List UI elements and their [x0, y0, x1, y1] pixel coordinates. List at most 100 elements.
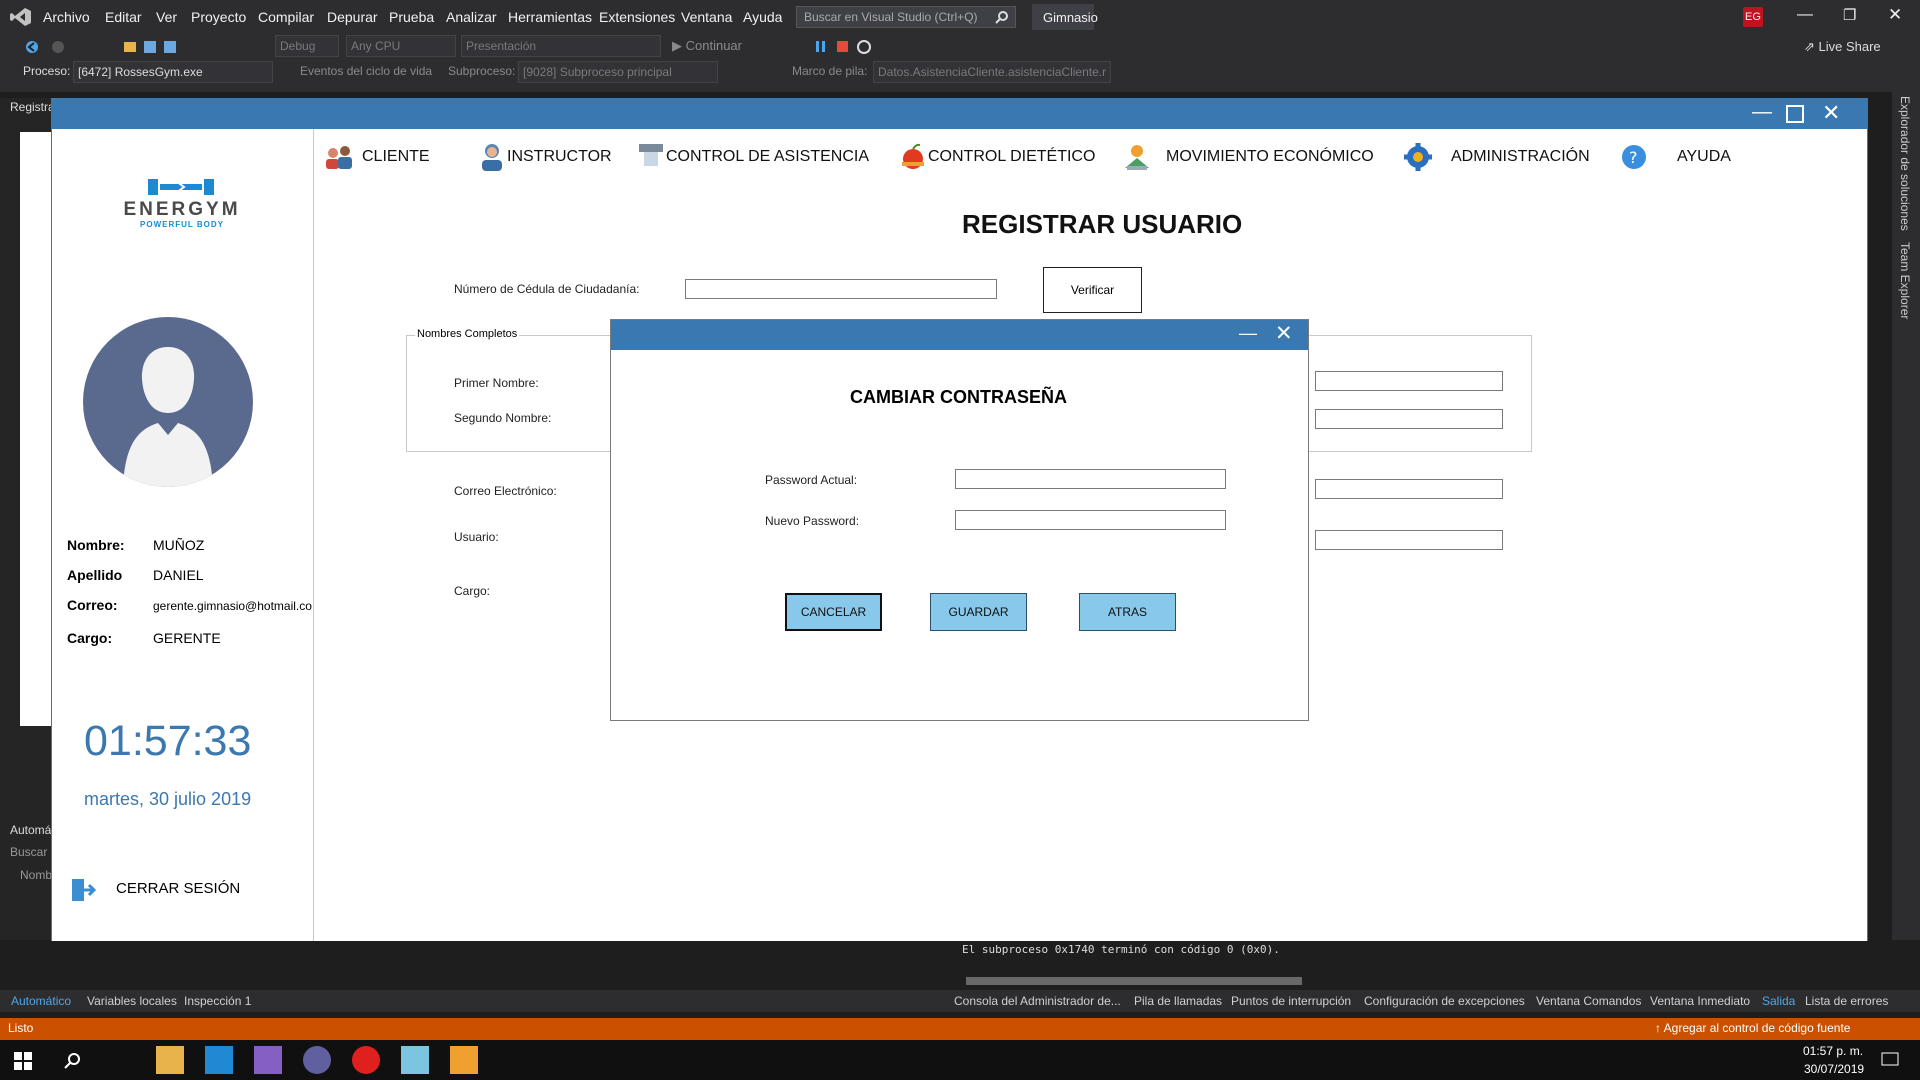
nav-control-asistencia[interactable]: CONTROL DE ASISTENCIA	[636, 141, 869, 173]
first-name-input[interactable]	[1315, 371, 1503, 391]
save-button[interactable]: GUARDAR	[930, 593, 1027, 631]
current-password-input[interactable]	[955, 469, 1226, 489]
new-password-input[interactable]	[955, 510, 1226, 530]
output-scrollbar[interactable]	[966, 977, 1302, 985]
tab-automatico[interactable]: Automático	[11, 994, 71, 1008]
opera-icon[interactable]	[352, 1046, 380, 1074]
menu-depurar[interactable]: Depurar	[327, 9, 378, 25]
process-dropdown[interactable]: [6472] RossesGym.exe	[73, 61, 273, 83]
vs-left-panel: Registra Automá Buscar Nomb	[0, 98, 55, 978]
taskbar-time[interactable]: 01:57 p. m.	[1803, 1044, 1863, 1058]
vscode-icon[interactable]	[205, 1046, 233, 1074]
autos-name-header: Nomb	[20, 868, 53, 882]
gear-icon	[1404, 143, 1432, 171]
nav-movimiento-economico-label: MOVIMIENTO ECONÓMICO	[1166, 148, 1374, 165]
back-button[interactable]: ATRAS	[1079, 593, 1176, 631]
nav-control-dietetico[interactable]: CONTROL DIETÉTICO	[898, 141, 1095, 173]
restore-icon[interactable]: ❐	[1843, 6, 1856, 24]
user-input[interactable]	[1315, 530, 1503, 550]
cedula-input[interactable]	[685, 279, 997, 299]
app-icon[interactable]	[401, 1046, 429, 1074]
platform-dropdown[interactable]: Any CPU	[346, 35, 456, 57]
app-maximize-icon[interactable]	[1786, 105, 1804, 123]
energym-logo: ENERGYM POWERFUL BODY	[92, 175, 272, 235]
visual-studio-icon[interactable]	[254, 1046, 282, 1074]
tab-ventana-inmediato[interactable]: Ventana Inmediato	[1650, 994, 1750, 1008]
tab-variables-locales[interactable]: Variables locales	[87, 994, 177, 1008]
search-icon[interactable]	[63, 1052, 81, 1070]
file-save-icons[interactable]	[122, 39, 182, 55]
source-control-button[interactable]: ↑ Agregar al control de código fuente	[1655, 1021, 1850, 1035]
tab-puntos-interrupcion[interactable]: Puntos de interrupción	[1231, 994, 1351, 1008]
menu-editar[interactable]: Editar	[105, 9, 142, 25]
continue-label: Continuar	[685, 38, 742, 53]
app-icon[interactable]	[303, 1046, 331, 1074]
config-dropdown[interactable]: Debug	[275, 35, 339, 57]
page-title: REGISTRAR USUARIO	[962, 209, 1243, 239]
second-name-input[interactable]	[1315, 409, 1503, 429]
menu-extensiones[interactable]: Extensiones	[599, 9, 675, 25]
file-explorer-icon[interactable]	[156, 1046, 184, 1074]
logout-icon	[72, 879, 96, 901]
logo-text: ENERGYM	[123, 199, 241, 220]
thread-dropdown[interactable]: [9028] Subproceso principal	[518, 61, 718, 83]
close-icon[interactable]: ✕	[1888, 5, 1902, 25]
current-date: martes, 30 julio 2019	[84, 789, 252, 809]
tab-ventana-comandos[interactable]: Ventana Comandos	[1536, 994, 1641, 1008]
app-minimize-icon[interactable]: —	[1752, 101, 1772, 124]
nav-movimiento-economico[interactable]: MOVIMIENTO ECONÓMICO	[1122, 141, 1374, 173]
menu-ver[interactable]: Ver	[156, 9, 177, 25]
team-explorer-tab[interactable]: Team Explorer	[1898, 242, 1912, 319]
tab-salida[interactable]: Salida	[1762, 994, 1795, 1008]
side-tab[interactable]: Registra	[10, 100, 55, 114]
menu-ventana[interactable]: Ventana	[681, 9, 732, 25]
presentation-dropdown[interactable]: Presentación	[461, 35, 661, 57]
verify-button[interactable]: Verificar	[1043, 267, 1142, 313]
minimize-icon[interactable]: —	[1797, 6, 1813, 24]
menu-prueba[interactable]: Prueba	[389, 9, 434, 25]
user-avatar[interactable]: EG	[1743, 7, 1763, 27]
email-input[interactable]	[1315, 479, 1503, 499]
tab-inspeccion[interactable]: Inspección 1	[184, 994, 251, 1008]
taskbar-date[interactable]: 30/07/2019	[1804, 1062, 1864, 1076]
cancel-button[interactable]: CANCELAR	[785, 593, 882, 631]
search-icon	[995, 11, 1008, 24]
nav-cliente[interactable]: CLIENTE	[324, 141, 430, 173]
tab-configuracion-excepciones[interactable]: Configuración de excepciones	[1364, 994, 1525, 1008]
app-sidebar: ENERGYM POWERFUL BODY Nombre: MUÑOZ Apel…	[52, 129, 314, 941]
tab-pila-llamadas[interactable]: Pila de llamadas	[1134, 994, 1222, 1008]
app-close-icon[interactable]: ✕	[1822, 100, 1840, 126]
logout-button[interactable]: CERRAR SESIÓN	[70, 875, 270, 905]
solution-name: Gimnasio	[1043, 10, 1098, 25]
tab-lista-errores[interactable]: Lista de errores	[1805, 994, 1888, 1008]
profile-role-label: Cargo:	[67, 630, 113, 646]
solution-explorer-tab[interactable]: Explorador de soluciones	[1898, 96, 1912, 231]
stack-label: Marco de pila:	[792, 64, 868, 78]
nav-ayuda[interactable]: ? AYUDA	[1619, 141, 1731, 173]
windows-start-icon[interactable]	[14, 1052, 32, 1070]
live-share-button[interactable]: ⇗ Live Share	[1804, 39, 1881, 55]
profile-name-value: MUÑOZ	[153, 537, 205, 553]
avatar	[83, 317, 253, 487]
menu-analizar[interactable]: Analizar	[446, 9, 497, 25]
menu-ayuda[interactable]: Ayuda	[743, 9, 782, 25]
vs-statusbar: Listo ↑ Agregar al control de código fue…	[0, 1018, 1920, 1040]
continue-button[interactable]: ▶ Continuar	[672, 38, 742, 54]
notification-icon[interactable]	[1881, 1051, 1899, 1069]
debug-controls[interactable]	[812, 38, 872, 56]
autos-search[interactable]: Buscar	[10, 845, 47, 859]
menu-herramientas[interactable]: Herramientas	[508, 9, 592, 25]
menu-proyecto[interactable]: Proyecto	[191, 9, 246, 25]
dialog-minimize-icon[interactable]: —	[1239, 323, 1257, 344]
lifecycle-events[interactable]: Eventos del ciclo de vida	[300, 64, 432, 78]
nav-instructor[interactable]: INSTRUCTOR	[477, 141, 612, 173]
nav-administracion[interactable]: ADMINISTRACIÓN	[1403, 141, 1590, 173]
nav-back-forward-icon[interactable]	[24, 39, 84, 55]
tab-consola[interactable]: Consola del Administrador de...	[954, 994, 1121, 1008]
dialog-close-icon[interactable]: ✕	[1275, 321, 1293, 346]
vs-search-box[interactable]: Buscar en Visual Studio (Ctrl+Q)	[796, 6, 1016, 28]
stack-dropdown[interactable]: Datos.AsistenciaCliente.asistenciaClient…	[873, 61, 1111, 83]
menu-compilar[interactable]: Compilar	[258, 9, 314, 25]
gym-app-icon[interactable]	[450, 1046, 478, 1074]
menu-archivo[interactable]: Archivo	[43, 9, 90, 25]
